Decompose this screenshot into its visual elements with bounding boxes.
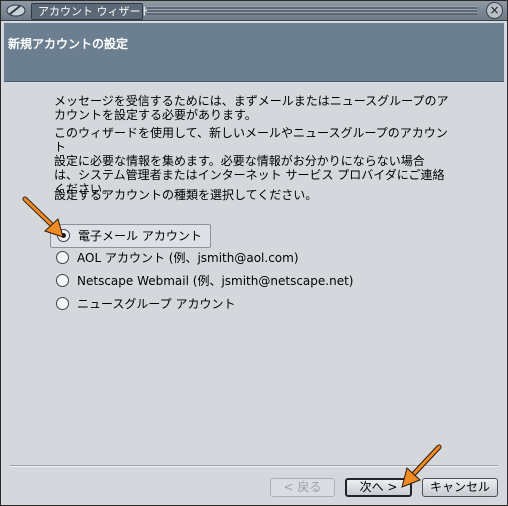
radio-webmail-account[interactable]: Netscape Webmail (例、jsmith@netscape.net) [50,270,353,292]
radio-aol-account[interactable]: AOL アカウント (例、jsmith@aol.com) [50,247,299,269]
annotation-arrow-icon [22,196,64,238]
radio-button[interactable] [56,251,69,264]
wizard-info-text: このウィザードを使用して、新しいメールやニュースグループのアカウント 設定に必要… [54,126,448,196]
title-tab: アカウント ウィザード [31,3,152,20]
back-button[interactable]: < 戻る [270,478,335,497]
title-bar-grip [147,6,477,15]
account-wizard-window: アカウント ウィザード × 新規アカウントの設定 メッセージを受信するためには、… [0,0,508,506]
wizard-header: 新規アカウントの設定 [4,23,504,82]
radio-email-account[interactable]: 電子メール アカウント [50,224,211,248]
title-bar[interactable]: アカウント ウィザード × [1,1,507,21]
radio-label: Netscape Webmail (例、jsmith@netscape.net) [77,274,354,288]
radio-label: ニュースグループ アカウント [77,297,236,311]
annotation-arrow-icon [401,444,442,488]
app-icon [6,4,26,17]
radio-button[interactable] [56,274,69,287]
close-icon: × [489,3,500,17]
window-title: アカウント ウィザード [38,5,152,18]
page-title: 新規アカウントの設定 [8,37,129,51]
radio-label: 電子メール アカウント [78,229,202,243]
radio-button[interactable] [56,297,69,310]
radio-newsgroup-account[interactable]: ニュースグループ アカウント [50,293,236,315]
close-button[interactable]: × [486,2,503,19]
intro-text: メッセージを受信するためには、まずメールまたはニュースグループのア カウントを設… [54,94,449,122]
select-prompt: 設定するアカウントの種類を選択してください。 [54,188,318,202]
radio-label: AOL アカウント (例、jsmith@aol.com) [77,251,299,265]
